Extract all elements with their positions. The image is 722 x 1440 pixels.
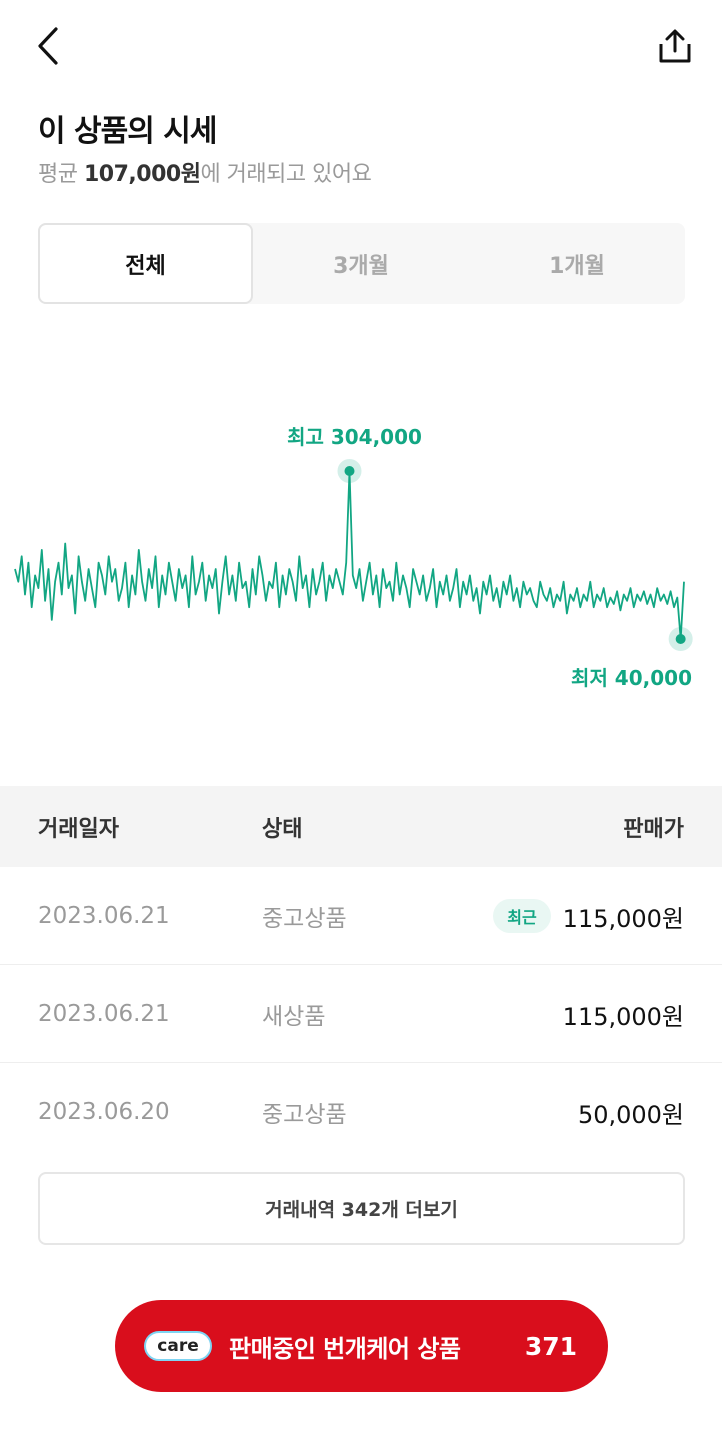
row-date: 2023.06.21 (38, 1001, 170, 1027)
row-state: 중고상품 (262, 906, 347, 932)
row-price-cell: 최근 115,000원 (493, 867, 684, 965)
row-state: 중고상품 (262, 1102, 347, 1128)
avg-suffix: 에 거래되고 있어요 (200, 162, 372, 187)
min-label: 최저 40,000 (571, 666, 692, 690)
care-products-button[interactable]: care 판매중인 번개케어 상품 371 (115, 1300, 608, 1392)
care-products-count: 371 (524, 1331, 577, 1361)
care-logo: care (144, 1331, 212, 1361)
top-bar (0, 0, 722, 90)
tab-1-month[interactable]: 1개월 (469, 223, 685, 304)
table-header: 거래일자 상태 판매가 (0, 786, 722, 867)
recent-badge: 최근 (493, 899, 551, 933)
header-state: 상태 (262, 816, 303, 842)
max-point (344, 466, 355, 476)
avg-value: 107,000원 (83, 162, 201, 187)
chevron-left-icon (38, 27, 58, 65)
more-transactions-button[interactable]: 거래내역 342개 더보기 (38, 1172, 685, 1245)
share-icon (659, 29, 691, 63)
row-date: 2023.06.21 (38, 903, 170, 929)
table-row: 2023.06.20 중고상품 50,000원 (0, 1063, 722, 1161)
row-state: 새상품 (262, 1004, 326, 1030)
min-point (675, 634, 686, 644)
header-date: 거래일자 (38, 816, 119, 842)
page-title: 이 상품의 시세 (38, 114, 217, 149)
price-series-line (14, 470, 685, 640)
row-price: 50,000원 (577, 1100, 684, 1129)
average-price-text: 평균 107,000원에 거래되고 있어요 (38, 156, 372, 188)
table-row: 2023.06.21 중고상품 최근 115,000원 (0, 867, 722, 965)
tab-all[interactable]: 전체 (38, 223, 253, 304)
avg-prefix: 평균 (38, 162, 84, 187)
table-row: 2023.06.21 새상품 115,000원 (0, 965, 722, 1063)
care-products-label: 판매중인 번개케어 상품 (229, 1334, 461, 1363)
tab-3-months[interactable]: 3개월 (253, 223, 469, 304)
header-price: 판매가 (623, 816, 684, 842)
row-date: 2023.06.20 (38, 1099, 170, 1125)
share-button[interactable] (652, 24, 698, 68)
max-label: 최고 304,000 (287, 425, 422, 449)
price-chart: 최고 304,000 최저 40,000 (0, 400, 722, 710)
back-button[interactable] (28, 24, 68, 68)
row-price: 115,000원 (562, 1002, 684, 1031)
row-price: 115,000원 (562, 904, 684, 933)
period-segmented-control: 전체 3개월 1개월 (38, 223, 685, 304)
